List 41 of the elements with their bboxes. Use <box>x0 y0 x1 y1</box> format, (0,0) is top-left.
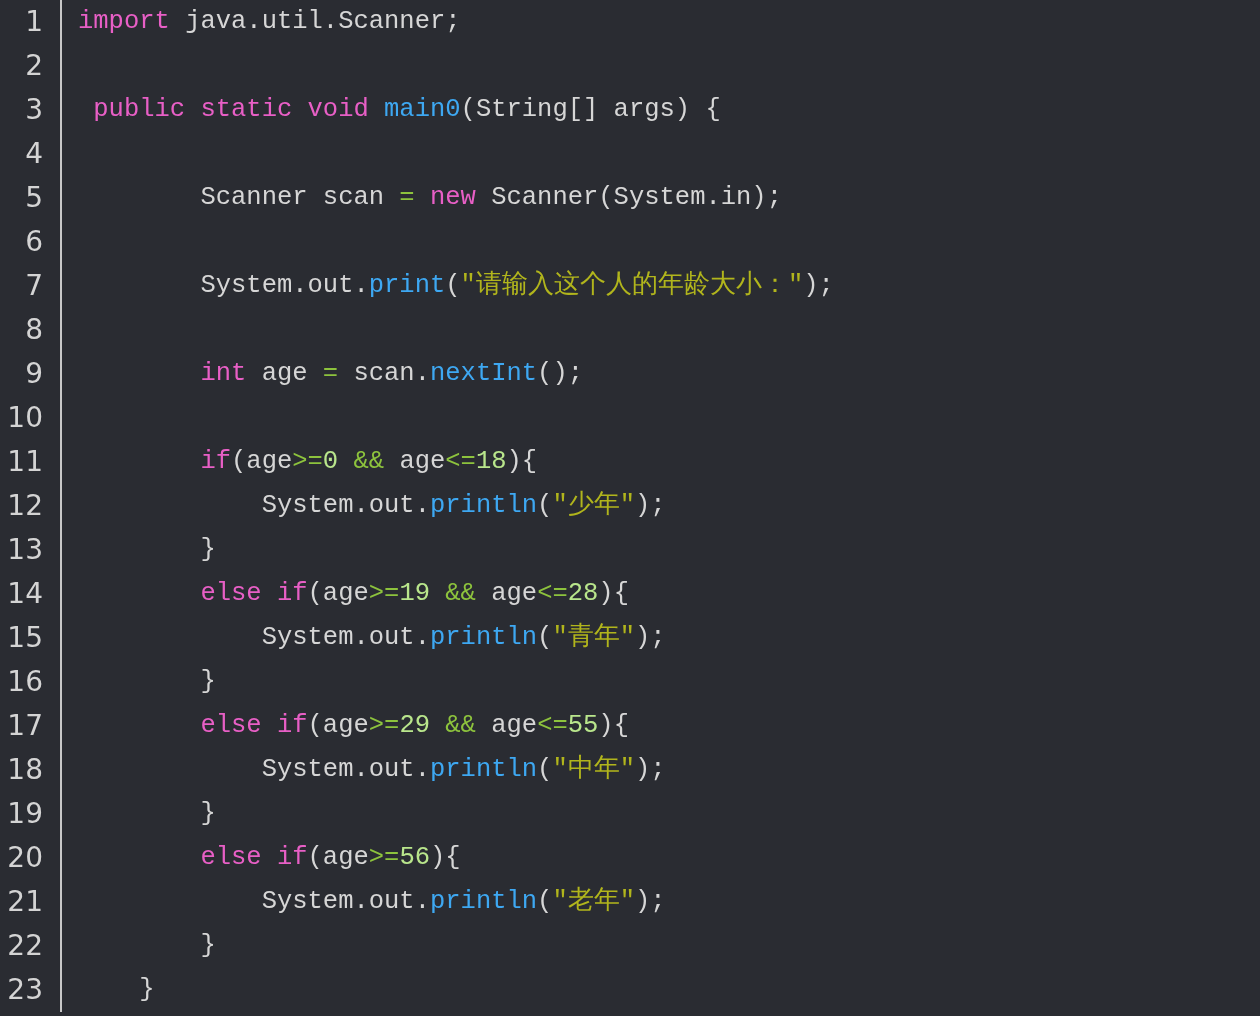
code-line: public static void main0(String[] args) { <box>92 94 721 126</box>
code-line: System.out.println("老年"); <box>260 885 666 918</box>
code-line: else if(age>=29 && age<=55){ <box>199 710 629 742</box>
line-number: 18 <box>7 752 43 788</box>
line-number: 7 <box>25 268 43 304</box>
code-line: if(age>=0 && age<=18){ <box>199 446 538 478</box>
line-number: 5 <box>25 180 43 216</box>
line-number: 9 <box>25 356 43 392</box>
code-line: } <box>199 534 216 566</box>
code-line: } <box>199 930 216 962</box>
code-line: else if(age>=56){ <box>199 842 461 874</box>
line-number: 22 <box>7 928 43 964</box>
code-line: System.out.println("青年"); <box>260 621 666 654</box>
line-number: 20 <box>7 840 43 876</box>
line-number: 6 <box>25 224 43 260</box>
line-number: 12 <box>7 488 43 524</box>
line-number: 13 <box>7 532 43 568</box>
code-line: } <box>199 666 216 698</box>
code-line: System.out.println("中年"); <box>260 753 666 786</box>
line-number: 16 <box>7 664 43 700</box>
line-number: 10 <box>7 400 43 436</box>
code-line: Scanner scan = new Scanner(System.in); <box>199 182 782 214</box>
code-line: System.out.print("请输入这个人的年龄大小："); <box>199 269 834 302</box>
line-number: 21 <box>7 884 43 920</box>
line-number: 2 <box>25 48 43 84</box>
line-number: 15 <box>7 620 43 656</box>
line-number: 14 <box>7 576 43 612</box>
line-number: 19 <box>7 796 43 832</box>
line-number: 17 <box>7 708 43 744</box>
code-line: int age = scan.nextInt(); <box>199 358 584 390</box>
line-number: 1 <box>25 4 43 40</box>
code-line: } <box>199 798 216 830</box>
line-number: 4 <box>25 136 43 172</box>
code-line: System.out.println("少年"); <box>260 489 666 522</box>
code-line: import java.util.Scanner; <box>78 6 461 38</box>
line-number: 23 <box>7 972 43 1008</box>
code-line: } <box>138 974 155 1006</box>
line-number: 3 <box>25 92 43 128</box>
line-number: 8 <box>25 312 43 348</box>
line-number: 11 <box>7 444 43 480</box>
code-line: else if(age>=19 && age<=28){ <box>199 578 629 610</box>
